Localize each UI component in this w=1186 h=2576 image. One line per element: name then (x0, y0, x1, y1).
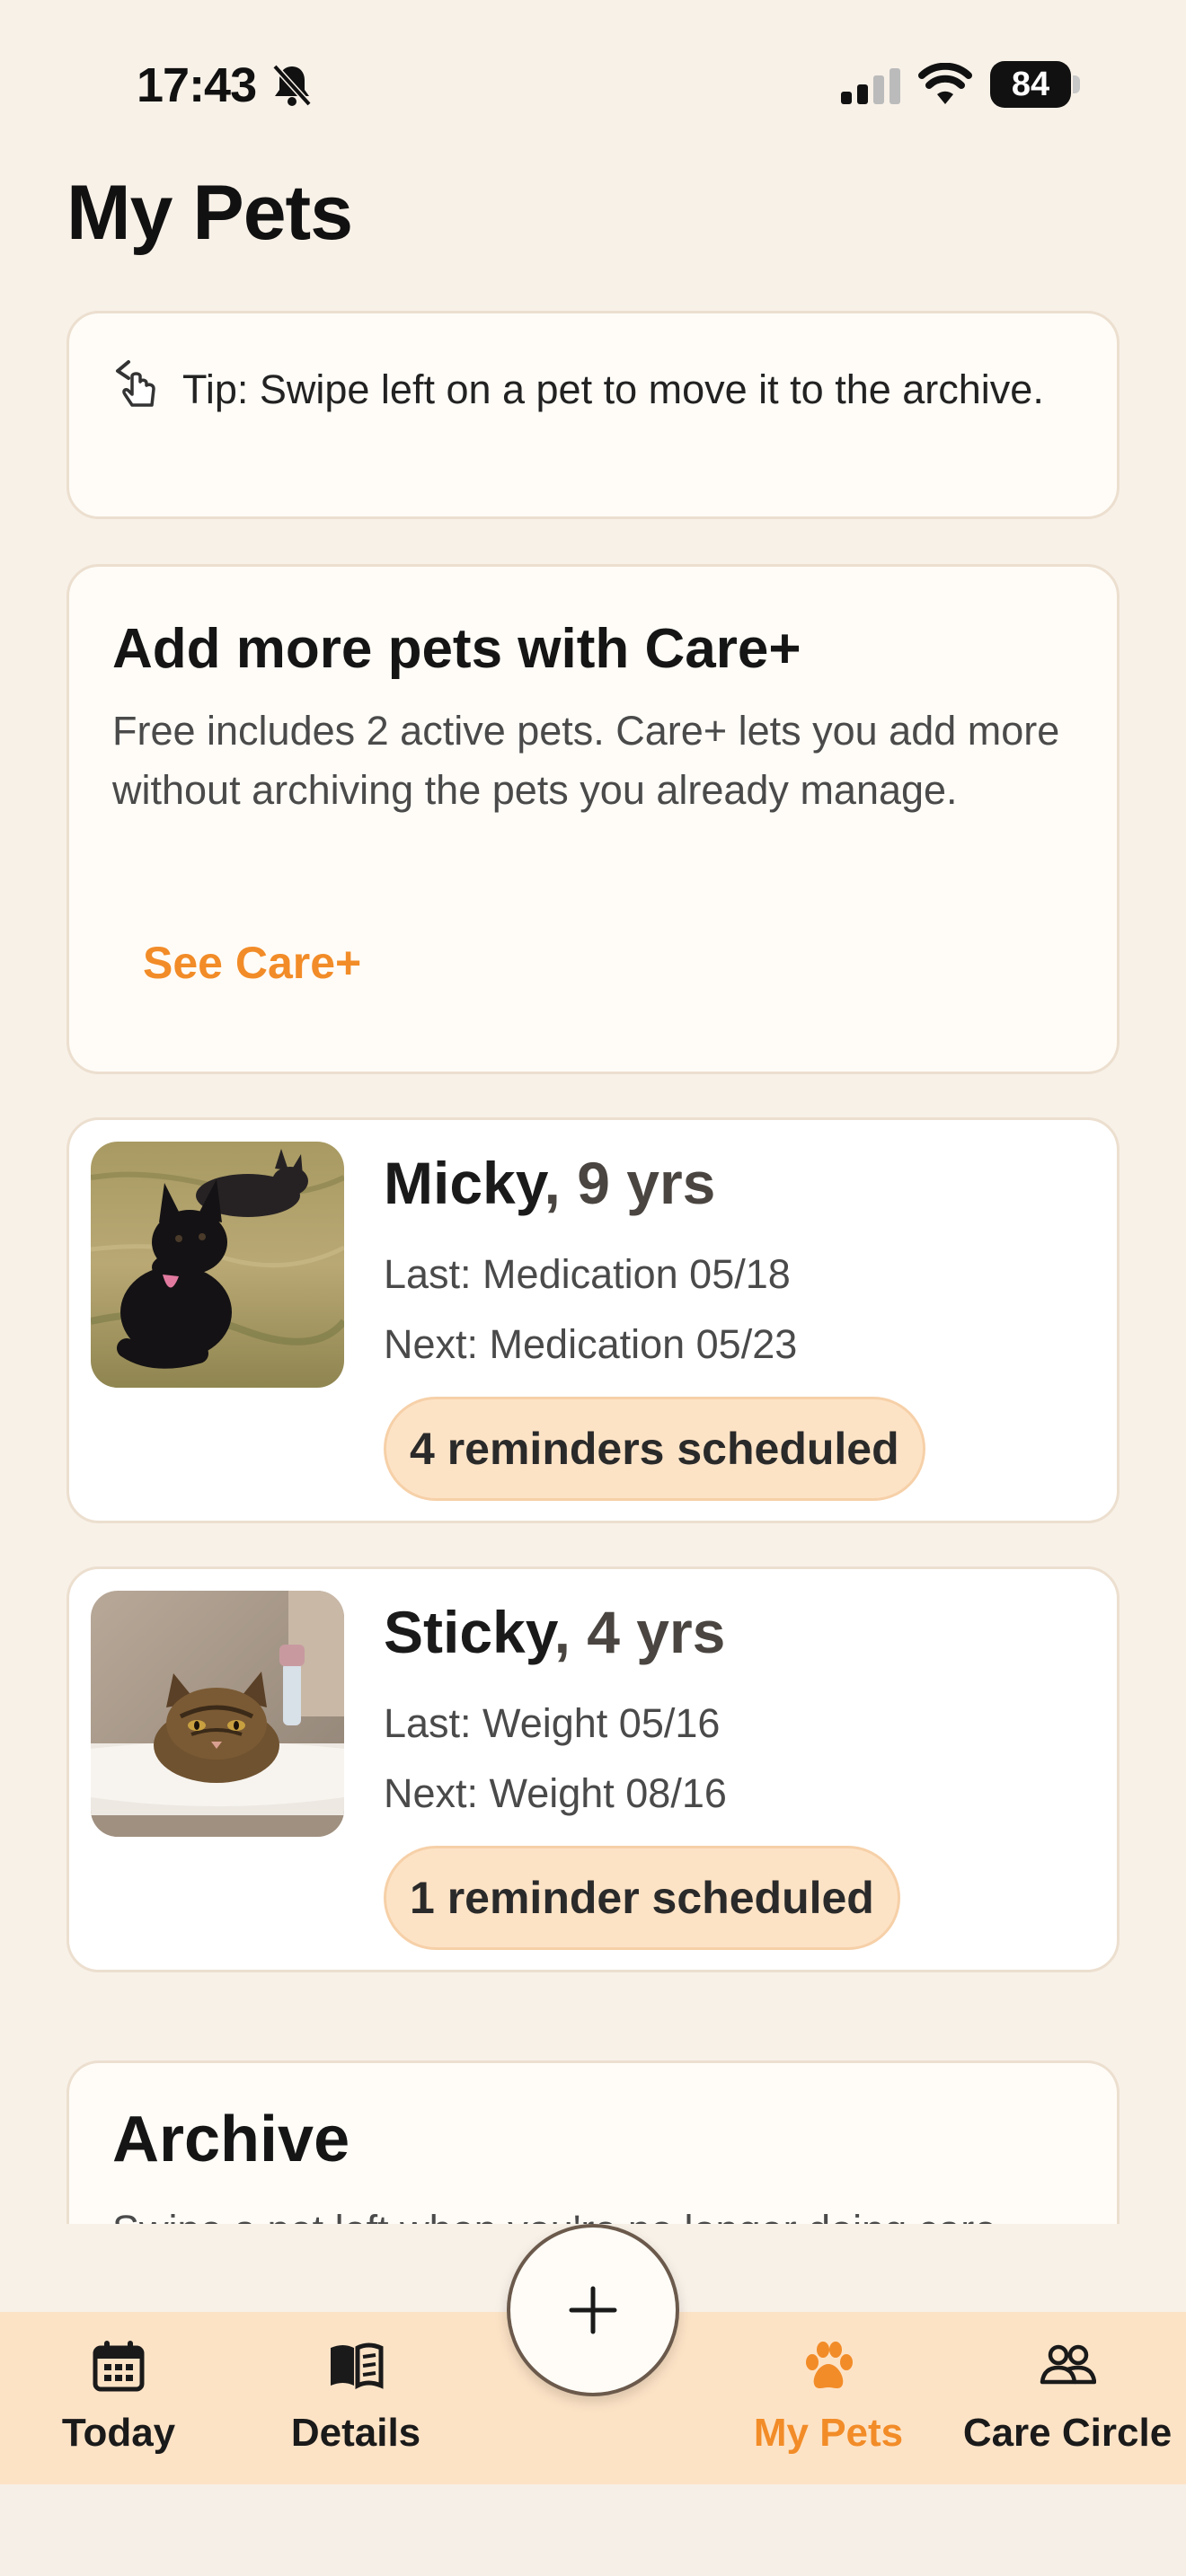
people-icon (1040, 2344, 1096, 2385)
tab-label: Care Circle (962, 2411, 1173, 2455)
add-button[interactable] (507, 2224, 679, 2396)
tab-label: My Pets (753, 2411, 904, 2455)
paw-icon (806, 2342, 853, 2388)
tab-my-pets[interactable]: My Pets (739, 2312, 918, 2484)
plus-icon (569, 2286, 617, 2334)
tab-label: Details (290, 2411, 421, 2455)
tab-care-circle[interactable]: Care Circle (960, 2312, 1175, 2484)
tab-label: Today (61, 2411, 176, 2455)
screen: 17:43 84 My Pets Tip: Swipe left on a pe… (0, 0, 1186, 2576)
tab-today[interactable]: Today (38, 2312, 199, 2484)
archive-title: Archive (112, 2104, 350, 2175)
calendar-icon (93, 2341, 145, 2392)
archive-card: Archive Swipe a pet left when you're no … (66, 2060, 1120, 2224)
archive-subtitle: Swipe a pet left when you're no longer d… (112, 2207, 996, 2224)
home-indicator-area (0, 2484, 1186, 2576)
tab-details[interactable]: Details (275, 2312, 437, 2484)
scroll-viewport[interactable]: Archive Swipe a pet left when you're no … (0, 0, 1186, 2224)
book-icon (331, 2342, 384, 2390)
